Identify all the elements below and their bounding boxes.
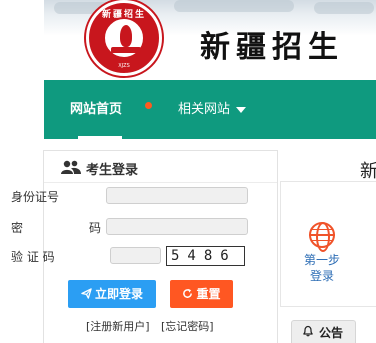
main-nav: 网站首页 相关网站	[44, 80, 376, 139]
site-emblem-logo[interactable]: 新疆招生 XJZS	[86, 0, 162, 76]
paper-plane-icon	[81, 280, 92, 308]
login-button-label: 立即登录	[94, 287, 143, 301]
login-panel-header: 考生登录	[44, 151, 277, 183]
nav-item-related-sites[interactable]: 相关网站	[178, 80, 247, 139]
login-title: 考生登录	[86, 163, 139, 178]
reset-button[interactable]: 重置	[170, 280, 233, 308]
password-input[interactable]	[106, 218, 248, 235]
emblem-center	[103, 17, 145, 59]
nav-item-label: 网站首页	[70, 102, 123, 117]
globe-icon	[309, 222, 335, 252]
captcha-text: 5486	[171, 248, 237, 264]
cloud-decoration	[174, 0, 294, 12]
reset-button-label: 重置	[196, 287, 221, 301]
refresh-icon	[182, 280, 193, 308]
site-title: 新疆招生	[200, 30, 344, 65]
step-label[interactable]: 第一步 登录	[300, 252, 344, 284]
forgot-password-link[interactable]: [忘记密码]	[161, 318, 214, 334]
chevron-down-icon	[236, 106, 247, 113]
emblem-subtext: XJZS	[118, 63, 130, 69]
notification-dot	[145, 102, 152, 109]
register-link[interactable]: [注册新用户]	[86, 318, 150, 334]
password-label-char1: 密	[11, 221, 24, 235]
section-heading: 新	[360, 161, 376, 182]
captcha-input[interactable]	[110, 247, 161, 264]
cloud-decoration	[314, 2, 374, 14]
nav-item-home[interactable]: 网站首页	[70, 80, 123, 139]
captcha-label: 验 证 码	[11, 250, 55, 264]
step-label-line1: 第一步	[303, 253, 340, 267]
torch-flame-icon	[120, 25, 132, 47]
id-number-label: 身份证号	[11, 190, 60, 204]
captcha-image[interactable]: 5486	[166, 246, 245, 266]
login-button[interactable]: 立即登录	[68, 280, 156, 308]
nav-item-label: 相关网站	[178, 102, 231, 117]
users-icon	[61, 160, 81, 174]
banner-left-blank	[0, 0, 44, 80]
globe-icon-line	[311, 240, 333, 241]
step-label-line2: 登录	[309, 269, 334, 283]
password-label-char2: 码	[89, 221, 102, 235]
bell-icon	[303, 325, 313, 337]
globe-icon-line	[311, 229, 333, 230]
id-number-input[interactable]	[106, 187, 248, 204]
notice-tab-label: 公告	[319, 326, 344, 340]
book-icon	[111, 47, 141, 53]
site-banner: 新疆招生 XJZS 新疆招生	[0, 0, 376, 80]
